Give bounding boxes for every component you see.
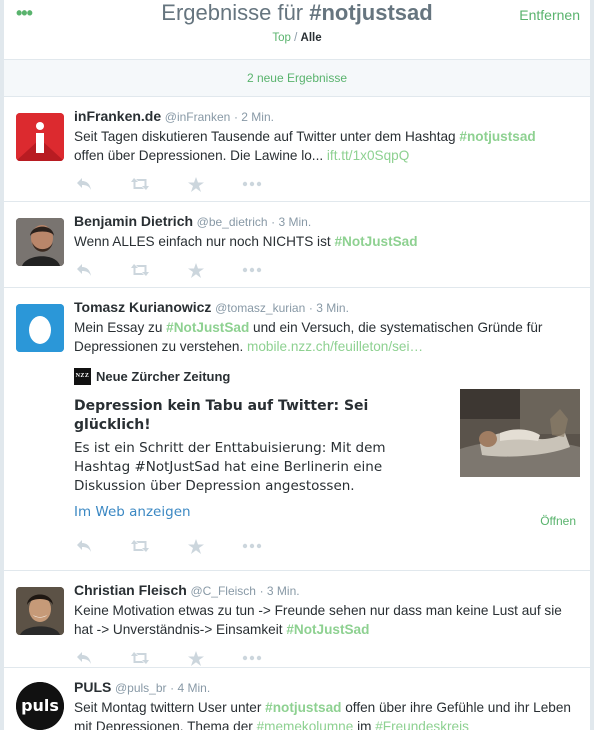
column-header: ••• Ergebnisse für #notjustsad Entfernen… [4,0,590,60]
author-name[interactable]: Christian Fleisch [74,582,187,598]
view-on-web-link[interactable]: Im Web anzeigen [74,504,191,520]
reply-icon[interactable] [76,177,92,196]
person-lying-photo-icon [460,389,580,477]
link-card[interactable]: Depression kein Tabu auf Twitter: Sei gl… [74,389,580,525]
result-filter: Top / Alle [272,32,322,44]
search-results-column: ••• Ergebnisse für #notjustsad Entfernen… [4,0,590,730]
tweet-item[interactable]: inFranken.de @inFranken · 2 Min. Seit Ta… [4,97,590,202]
tweet-time[interactable]: · 3 Min. [260,584,300,598]
tweet-text: Seit Tagen diskutieren Tausende auf Twit… [74,129,536,163]
hashtag-link[interactable]: #NotJustSad [334,234,417,249]
star-icon[interactable] [188,263,204,283]
avatar[interactable] [16,304,64,352]
infranken-logo-icon [16,113,64,161]
card-title[interactable]: Depression kein Tabu auf Twitter: Sei gl… [74,397,404,435]
page-title: Ergebnisse für #notjustsad [161,0,433,25]
tweet-text: Wenn ALLES einfach nur noch NICHTS ist #… [74,234,418,249]
avatar[interactable]: puls [16,682,64,730]
tweet-time[interactable]: · 2 Min. [234,110,274,124]
retweet-icon[interactable] [130,539,150,558]
hashtag-link[interactable]: #notjustsad [265,700,341,715]
author-name[interactable]: Tomasz Kurianowicz [74,299,211,315]
author-name[interactable]: PULS [74,679,111,695]
nzz-logo-icon: NZZ [74,368,91,385]
retweet-icon[interactable] [130,177,150,196]
more-icon[interactable] [242,539,262,558]
tweet-header: Benjamin Dietrich @be_dietrich · 3 Min. [74,212,576,231]
tweet-header: Tomasz Kurianowicz @tomasz_kurian · 3 Mi… [74,298,576,317]
search-query: #notjustsad [309,0,433,25]
avatar[interactable] [16,218,64,266]
star-icon[interactable] [188,177,204,197]
hashtag-link[interactable]: #memekolumne [257,719,354,730]
tweet-text: Keine Motivation etwas zu tun -> Freunde… [74,603,562,637]
url-link[interactable]: mobile.nzz.ch/feuilleton/sei… [247,339,423,354]
hashtag-link[interactable]: #Freundeskreis [375,719,469,730]
tweet-actions [74,535,576,567]
tweet-actions [74,173,576,205]
user-photo-icon [16,218,64,266]
star-icon[interactable] [188,539,204,559]
retweet-icon[interactable] [130,263,150,282]
open-tweet-link[interactable]: Öffnen [540,514,576,528]
author-handle[interactable]: @inFranken [165,110,231,124]
tweet-time[interactable]: · 3 Min. [309,301,349,315]
tweet-time[interactable]: · 4 Min. [170,681,210,695]
card-source-name: Neue Zürcher Zeitung [96,369,231,384]
more-icon[interactable] [242,177,262,196]
author-handle[interactable]: @C_Fleisch [190,584,256,598]
tweet-header: inFranken.de @inFranken · 2 Min. [74,107,576,126]
avatar[interactable] [16,587,64,635]
tweet-item[interactable]: Tomasz Kurianowicz @tomasz_kurian · 3 Mi… [4,288,590,571]
new-results-banner[interactable]: 2 neue Ergebnisse [4,60,590,97]
tweet-text: Mein Essay zu #NotJustSad und ein Versuc… [74,320,543,354]
avatar[interactable] [16,113,64,161]
tweet-actions [74,259,576,291]
url-link[interactable]: ift.tt/1x0SqpQ [327,148,409,163]
hashtag-link[interactable]: #NotJustSad [286,622,369,637]
hashtag-link[interactable]: #NotJustSad [166,320,249,335]
tweet-header: PULS @puls_br · 4 Min. [74,678,576,697]
tweet-text: Seit Montag twittern User unter #notjust… [74,698,576,730]
default-egg-avatar-icon [16,304,64,352]
hashtag-link[interactable]: #notjustsad [459,129,535,144]
tweet-item[interactable]: puls PULS @puls_br · 4 Min. Seit Montag … [4,668,590,730]
author-name[interactable]: Benjamin Dietrich [74,213,193,229]
tweet-item[interactable]: Benjamin Dietrich @be_dietrich · 3 Min. … [4,202,590,288]
filter-top-link[interactable]: Top [272,32,291,44]
card-source: NZZ Neue Zürcher Zeitung [74,368,576,385]
puls-logo-text: puls [21,696,59,715]
right-frame-border [590,0,594,730]
tweet-item[interactable]: Christian Fleisch @C_Fleisch · 3 Min. Ke… [4,571,590,668]
author-name[interactable]: inFranken.de [74,108,161,124]
tweet-time[interactable]: · 3 Min. [271,215,311,229]
author-handle[interactable]: @be_dietrich [197,215,268,229]
remove-button[interactable]: Entfernen [519,7,580,23]
author-handle[interactable]: @tomasz_kurian [215,301,305,315]
user-photo-icon [16,587,64,635]
reply-icon[interactable] [76,539,92,558]
card-description: Es ist ein Schritt der Enttabuisierung: … [74,440,386,494]
reply-icon[interactable] [76,263,92,282]
author-handle[interactable]: @puls_br [115,681,167,695]
card-thumbnail[interactable] [460,389,580,477]
filter-all-link[interactable]: Alle [301,32,322,44]
tweet-header: Christian Fleisch @C_Fleisch · 3 Min. [74,581,576,600]
more-icon[interactable] [242,263,262,282]
